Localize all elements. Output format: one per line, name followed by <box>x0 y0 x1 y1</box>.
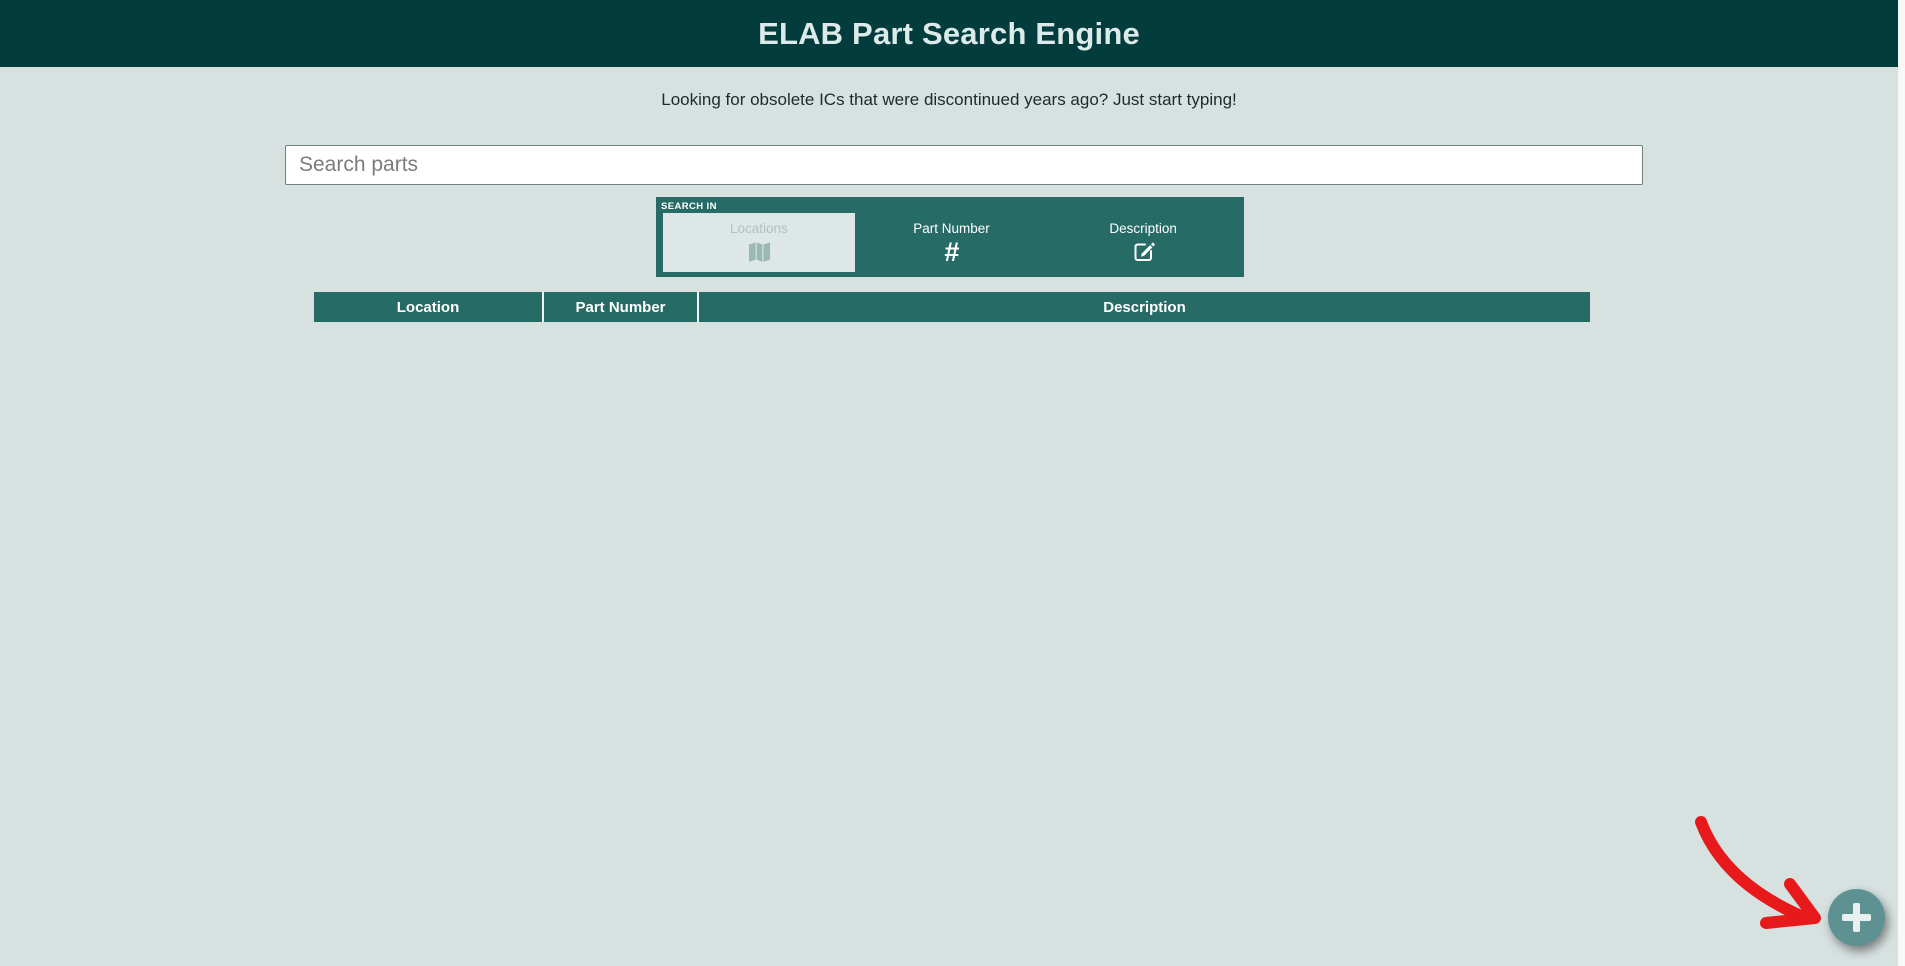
vertical-scrollbar[interactable] <box>1898 0 1905 966</box>
search-input[interactable] <box>285 145 1643 185</box>
search-in-option-part-number[interactable]: Part Number # <box>856 213 1048 272</box>
column-header-part-number: Part Number <box>542 292 697 322</box>
column-header-location: Location <box>314 292 542 322</box>
option-label: Part Number <box>913 221 990 236</box>
search-in-option-description[interactable]: Description <box>1047 213 1239 272</box>
option-label: Description <box>1109 221 1177 236</box>
plus-icon <box>1853 903 1860 932</box>
map-icon <box>746 239 772 265</box>
search-in-label: SEARCH IN <box>661 200 1239 213</box>
page-title: ELAB Part Search Engine <box>758 16 1140 52</box>
hash-icon: # <box>944 239 959 265</box>
column-header-description: Description <box>697 292 1590 322</box>
results-table-header: Location Part Number Description <box>314 292 1590 322</box>
app-header: ELAB Part Search Engine <box>0 0 1898 67</box>
search-in-control: SEARCH IN Locations Part Number # Descri… <box>656 197 1244 277</box>
add-part-button[interactable] <box>1828 889 1885 946</box>
option-label: Locations <box>730 221 788 236</box>
intro-text: Looking for obsolete ICs that were disco… <box>0 90 1898 110</box>
edit-icon <box>1131 239 1156 265</box>
search-in-options: Locations Part Number # Description <box>661 213 1239 272</box>
search-in-option-locations[interactable]: Locations <box>663 213 855 272</box>
